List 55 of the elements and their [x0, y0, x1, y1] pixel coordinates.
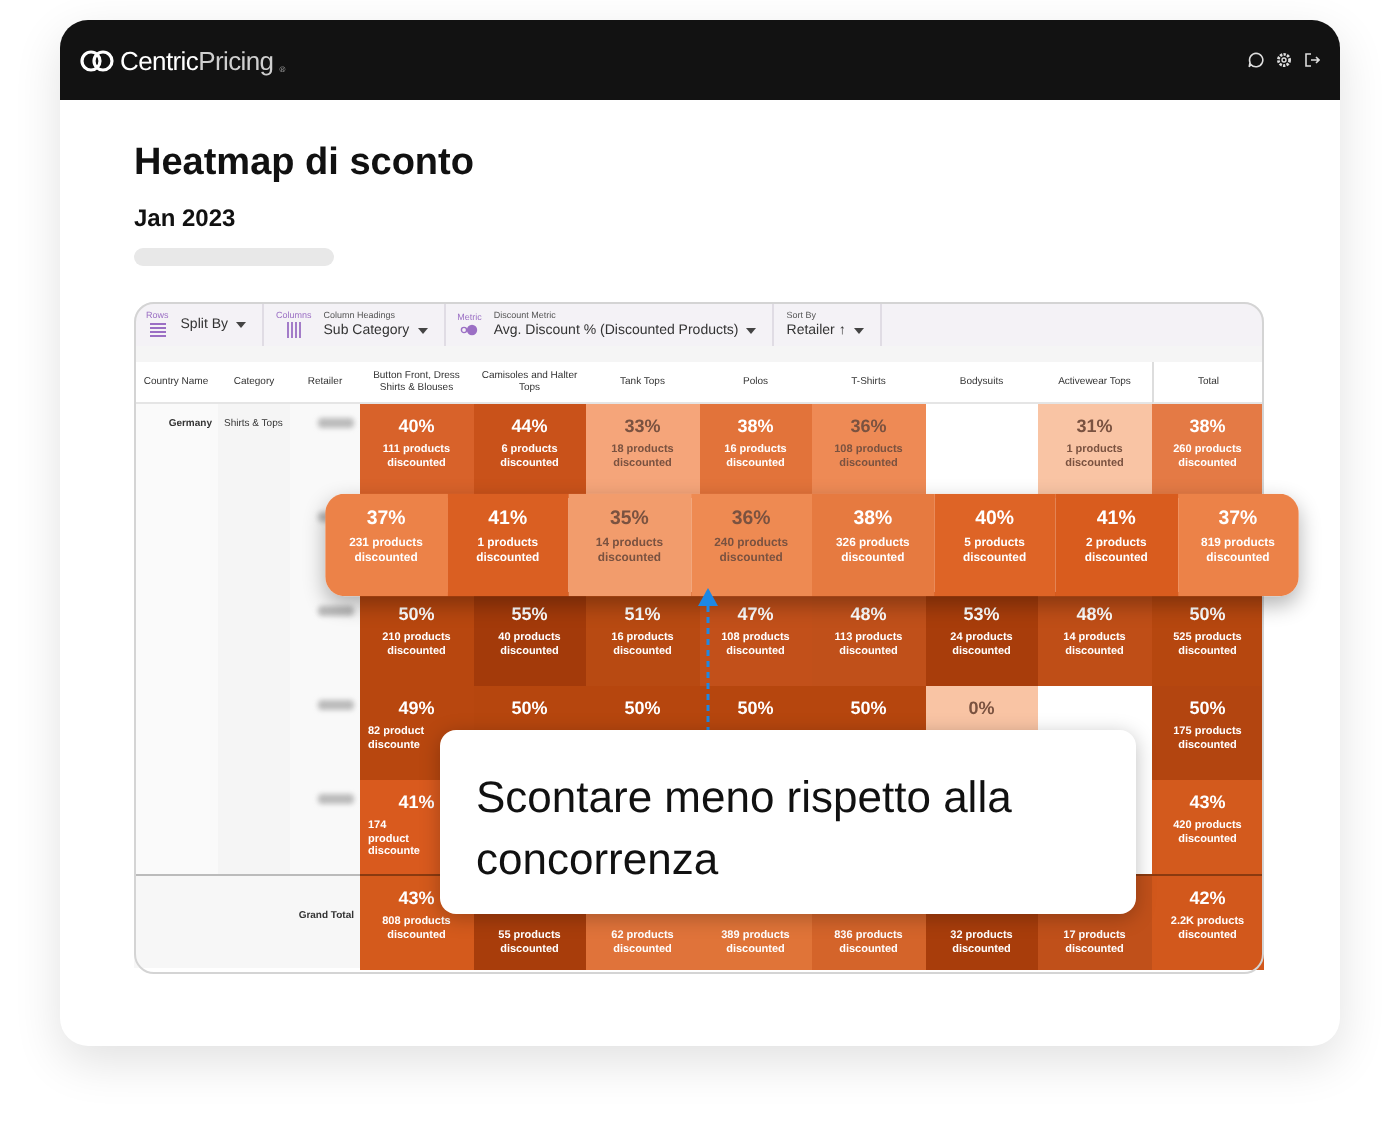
- discount-value: 38%: [1189, 416, 1226, 438]
- discount-value: 43%: [398, 888, 435, 910]
- discount-value: 33%: [624, 416, 661, 438]
- discount-value: 50%: [737, 698, 774, 720]
- dashed-arrow: [696, 586, 720, 730]
- logout-icon[interactable]: [1304, 52, 1320, 68]
- discount-value: 38%: [737, 416, 774, 438]
- discount-value: 41%: [398, 792, 435, 814]
- discount-value: 37%: [366, 506, 406, 531]
- brand-name-suffix: Pricing: [198, 45, 274, 75]
- logo-icon: [80, 49, 114, 71]
- caret-icon: [746, 327, 757, 333]
- discount-value: 55%: [511, 604, 548, 626]
- discount-value: 40%: [398, 416, 435, 438]
- help-chat-icon[interactable]: [1248, 52, 1264, 68]
- discount-value: 50%: [850, 698, 887, 720]
- period-label: Jan 2023: [134, 204, 238, 232]
- discount-value: 36%: [731, 506, 771, 531]
- discount-value: 38%: [853, 506, 893, 531]
- discount-value: 50%: [1189, 604, 1226, 626]
- blurred-label: [318, 700, 354, 710]
- settings-icon[interactable]: [1276, 52, 1292, 68]
- discount-value: 53%: [963, 604, 1000, 626]
- discount-value: 50%: [1189, 698, 1226, 720]
- discount-value: 48%: [1076, 604, 1113, 626]
- blurred-label: [318, 794, 354, 804]
- blurred-label: [318, 606, 354, 616]
- discount-value: 47%: [737, 604, 774, 626]
- discount-value: 50%: [398, 604, 435, 626]
- discount-value: 42%: [1189, 888, 1226, 910]
- toggle-icon: [460, 324, 479, 336]
- discount-value: 51%: [624, 604, 661, 626]
- blurred-label: [318, 418, 354, 428]
- caret-icon: [417, 327, 428, 333]
- discount-value: 40%: [975, 506, 1014, 531]
- discount-value: 36%: [850, 416, 887, 438]
- discount-value: 31%: [1076, 416, 1113, 438]
- discount-value: 50%: [624, 698, 661, 720]
- discount-value: 50%: [511, 698, 548, 720]
- callout-text: Scontare meno rispetto alla concorrenza: [440, 730, 1136, 914]
- list-icon: [149, 322, 166, 338]
- discount-value: 48%: [850, 604, 887, 626]
- discount-value: 0%: [968, 698, 995, 720]
- discount-value: 44%: [511, 416, 548, 438]
- caret-icon: [853, 327, 864, 333]
- caret-icon: [236, 321, 246, 327]
- discount-value: 41%: [488, 506, 528, 531]
- brand-name: Centric: [120, 45, 199, 75]
- discount-value: 41%: [1096, 506, 1136, 531]
- discount-value: 49%: [398, 698, 435, 720]
- discount-value: 35%: [610, 506, 649, 531]
- discount-value: 43%: [1189, 792, 1226, 814]
- page-title: Heatmap di sconto: [134, 140, 476, 188]
- discount-value: 37%: [1218, 506, 1258, 531]
- columns-icon: [285, 322, 302, 338]
